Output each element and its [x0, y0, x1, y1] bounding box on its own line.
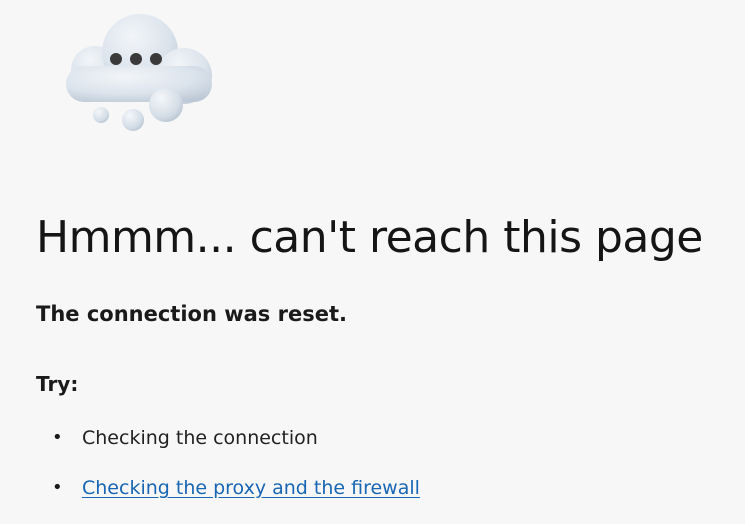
bullet: •: [52, 477, 63, 498]
error-message: The connection was reset.: [36, 302, 347, 326]
suggestion-check-proxy-firewall-link[interactable]: Checking the proxy and the firewall: [82, 474, 420, 502]
error-headline: Hmmm... can't reach this page: [36, 212, 703, 263]
bullet: •: [52, 427, 63, 448]
suggestions-label: Try:: [36, 372, 79, 396]
ellipsis-dots: [110, 53, 162, 65]
cloud-with-ellipsis-icon: [52, 8, 222, 138]
suggestion-check-connection: Checking the connection: [82, 427, 318, 449]
